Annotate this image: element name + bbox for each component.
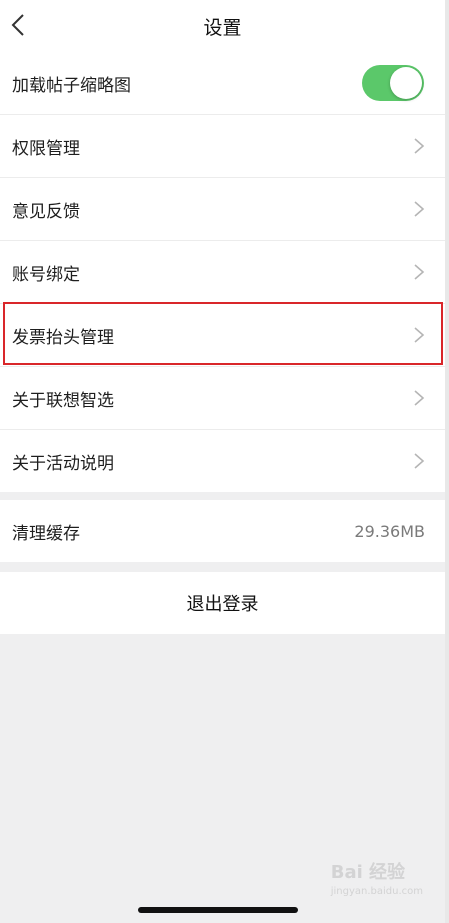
page-title: 设置 [203, 17, 242, 39]
logout-button[interactable]: 退出登录 [0, 572, 445, 634]
edge-divider [445, 0, 449, 923]
home-indicator[interactable] [138, 907, 298, 913]
thumbnail-setting-row: 加载帖子缩略图 [0, 52, 445, 115]
clear-cache-label: 清理缓存 [12, 523, 80, 544]
list-item-about-activity[interactable]: 关于活动说明 [0, 430, 445, 492]
list-item-label: 意见反馈 [12, 201, 80, 222]
chevron-right-icon [414, 327, 425, 343]
toggle-knob [390, 67, 422, 99]
chevron-right-icon [414, 390, 425, 406]
chevron-right-icon [414, 138, 425, 154]
cache-section: 清理缓存 29.36MB [0, 500, 445, 562]
list-item-permissions[interactable]: 权限管理 [0, 115, 445, 178]
list-item-invoice-header[interactable]: 发票抬头管理 [0, 304, 445, 367]
navigation-bar: 设置 [0, 0, 445, 52]
watermark: Bai 经验 jingyan.baidu.com [331, 858, 423, 897]
cache-size-value: 29.36MB [354, 521, 425, 541]
chevron-right-icon [414, 453, 425, 469]
watermark-subtext: jingyan.baidu.com [330, 886, 423, 897]
thumbnail-setting-label: 加载帖子缩略图 [12, 75, 131, 96]
chevron-right-icon [414, 201, 425, 217]
list-item-feedback[interactable]: 意见反馈 [0, 178, 445, 241]
settings-list: 加载帖子缩略图 权限管理 意见反馈 账号绑定 发票抬头管理 关于联想智选 关于活… [0, 52, 445, 492]
list-item-label: 关于联想智选 [12, 390, 114, 411]
list-item-about-lenovo[interactable]: 关于联想智选 [0, 367, 445, 430]
clear-cache-row[interactable]: 清理缓存 29.36MB [0, 500, 445, 562]
list-item-label: 账号绑定 [12, 264, 80, 285]
list-item-account-binding[interactable]: 账号绑定 [0, 241, 445, 304]
chevron-right-icon [414, 264, 425, 280]
watermark-text: Bai 经验 [330, 862, 406, 883]
list-item-label: 发票抬头管理 [12, 327, 114, 348]
list-item-label: 关于活动说明 [12, 453, 114, 474]
thumbnail-toggle[interactable] [362, 65, 424, 101]
list-item-label: 权限管理 [12, 138, 80, 159]
